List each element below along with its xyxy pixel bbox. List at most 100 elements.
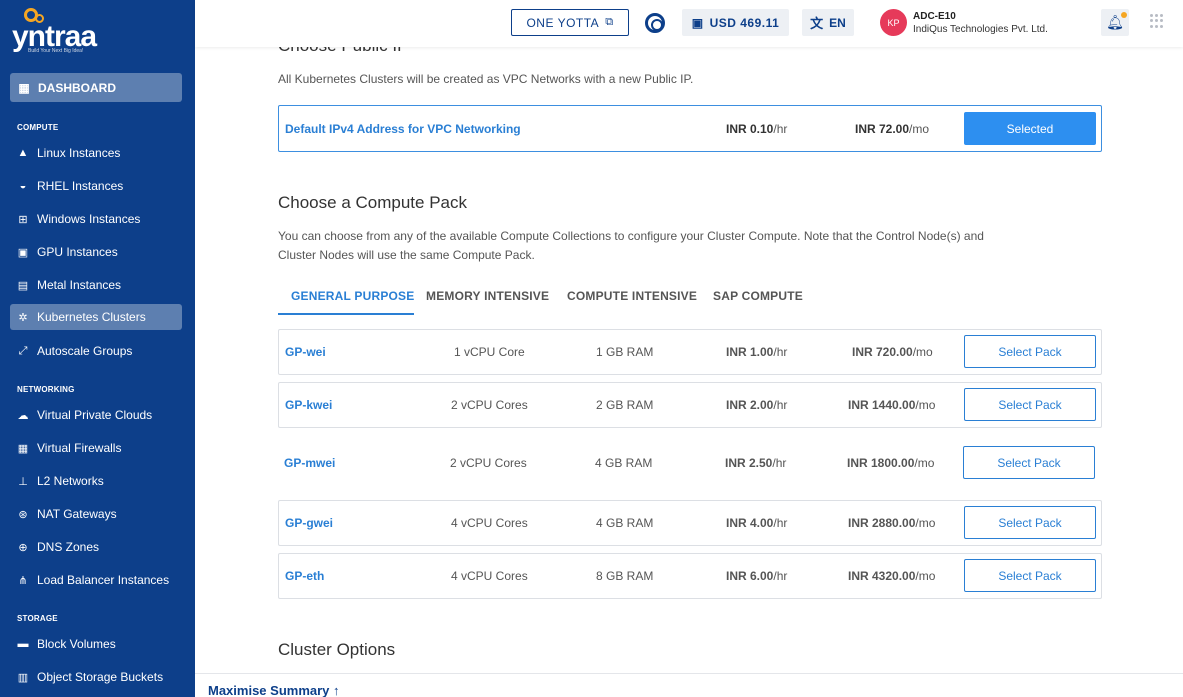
select-pack-button[interactable]: Select Pack [963, 446, 1095, 479]
autoscale-icon: ⤢ [18, 344, 28, 357]
tab-general-purpose[interactable]: GENERAL PURPOSE [291, 289, 414, 303]
sidebar-item-object-storage-buckets[interactable]: ▥ Object Storage Buckets [10, 664, 182, 690]
pack-cpu: 4 vCPU Cores [451, 569, 528, 583]
pack-price-mo: INR 4320.00/mo [848, 569, 936, 583]
sidebar-item-label: L2 Networks [37, 474, 104, 488]
tab-memory-intensive[interactable]: MEMORY INTENSIVE [426, 289, 549, 303]
sidebar-item-label: Load Balancer Instances [37, 573, 170, 587]
pack-cpu: 4 vCPU Cores [451, 516, 528, 530]
pack-cpu: 1 vCPU Core [454, 345, 525, 359]
app-grid-icon[interactable] [1150, 14, 1164, 28]
sidebar-item-block-volumes[interactable]: ▬ Block Volumes [10, 631, 182, 657]
gpu-icon: ▣ [17, 246, 29, 259]
sidebar-item-kubernetes-clusters[interactable]: ✲ Kubernetes Clusters [10, 304, 182, 330]
pack-ram: 4 GB RAM [596, 516, 654, 530]
section-networking: NETWORKING [17, 385, 75, 394]
sidebar-item-autoscale-groups[interactable]: ⤢ Autoscale Groups [10, 338, 182, 364]
pack-cpu: 2 vCPU Cores [450, 456, 527, 470]
pack-row[interactable]: GP-kwei 2 vCPU Cores 2 GB RAM INR 2.00/h… [278, 382, 1102, 428]
select-pack-button[interactable]: Select Pack [964, 335, 1096, 368]
avatar[interactable]: KP [880, 9, 907, 36]
compute-pack-description: You can choose from any of the available… [278, 229, 984, 262]
pack-row[interactable]: GP-wei 1 vCPU Core 1 GB RAM INR 1.00/hr … [278, 329, 1102, 375]
pack-name: GP-wei [285, 345, 326, 359]
summary-bar[interactable]: Maximise Summary ↑ [195, 673, 1183, 697]
sidebar-item-label: Object Storage Buckets [37, 670, 164, 684]
external-link-icon: ⧉ [605, 16, 614, 28]
select-pack-button[interactable]: Select Pack [964, 506, 1096, 539]
sidebar-item-label: GPU Instances [37, 245, 118, 259]
pack-ram: 1 GB RAM [596, 345, 654, 359]
public-ip-option-card[interactable]: Default IPv4 Address for VPC Networking … [278, 105, 1102, 152]
brand-tagline: Build Your Next Big Idea! [28, 48, 84, 54]
pack-price-hr: INR 6.00/hr [726, 569, 788, 583]
rhel-icon: ◒ [19, 180, 27, 192]
sidebar-item-windows-instances[interactable]: ⊞ Windows Instances [10, 206, 182, 232]
pack-price-mo: INR 2880.00/mo [848, 516, 936, 530]
pack-price-hr: INR 2.00/hr [726, 398, 788, 412]
tab-compute-intensive[interactable]: COMPUTE INTENSIVE [567, 289, 697, 303]
one-yotta-button[interactable]: ONE YOTTA ⧉ [511, 9, 629, 36]
help-lifebuoy-icon[interactable] [645, 13, 665, 33]
public-ip-option-name: Default IPv4 Address for VPC Networking [285, 122, 521, 136]
pack-row[interactable]: GP-gwei 4 vCPU Cores 4 GB RAM INR 4.00/h… [278, 500, 1102, 546]
sidebar-item-virtual-private-clouds[interactable]: ☁ Virtual Private Clouds [10, 402, 182, 428]
server-icon: ▤ [17, 279, 29, 292]
cloud-icon: ☁ [17, 409, 29, 422]
select-pack-button[interactable]: Select Pack [964, 388, 1096, 421]
sidebar-item-label: DNS Zones [37, 540, 100, 554]
sidebar-item-linux-instances[interactable]: ▲ Linux Instances [10, 140, 182, 166]
pack-row[interactable]: GP-mwei 2 vCPU Cores 4 GB RAM INR 2.50/h… [278, 441, 1102, 487]
sidebar-item-label: Windows Instances [37, 212, 141, 226]
pack-price-hr: INR 4.00/hr [726, 516, 788, 530]
sidebar-item-label: Metal Instances [37, 278, 122, 292]
wallet-icon: ▣ [691, 15, 704, 30]
pack-price-hr: INR 1.00/hr [726, 345, 788, 359]
translate-icon: 文 [810, 16, 824, 31]
notification-dot [1121, 12, 1127, 18]
compute-pack-heading: Choose a Compute Pack [278, 193, 467, 212]
sidebar: yntraa Build Your Next Big Idea! ▦ DASHB… [0, 0, 195, 697]
wallet-balance[interactable]: ▣ USD 469.11 [682, 9, 789, 36]
sidebar-item-metal-instances[interactable]: ▤ Metal Instances [10, 272, 182, 298]
pack-price-mo: INR 1800.00/mo [847, 456, 935, 470]
section-compute: COMPUTE [17, 123, 59, 132]
sidebar-item-load-balancer-instances[interactable]: ⋔ Load Balancer Instances [10, 567, 182, 593]
dashboard-icon: ▦ [18, 80, 30, 95]
pack-ram: 8 GB RAM [596, 569, 654, 583]
gateway-icon: ⊛ [18, 508, 28, 521]
maximise-summary-button[interactable]: Maximise Summary ↑ [208, 683, 340, 697]
pack-name: GP-mwei [284, 456, 336, 470]
sidebar-item-l2-networks[interactable]: ⊥ L2 Networks [10, 468, 182, 494]
top-bar: ONE YOTTA ⧉ ▣ USD 469.11 文 EN KP ADC-E10… [195, 0, 1183, 47]
pack-cpu: 2 vCPU Cores [451, 398, 528, 412]
active-tab-indicator [278, 313, 414, 315]
sidebar-item-rhel-instances[interactable]: ◒ RHEL Instances [10, 173, 182, 199]
account-name[interactable]: ADC-E10 [913, 11, 956, 22]
compute-pack-tabs: GENERAL PURPOSE MEMORY INTENSIVE COMPUTE… [278, 283, 1102, 315]
sidebar-item-label: RHEL Instances [37, 179, 124, 193]
sidebar-item-label: DASHBOARD [38, 80, 116, 95]
volume-icon: ▬ [17, 638, 29, 650]
tab-sap-compute[interactable]: SAP COMPUTE [713, 289, 803, 303]
linux-icon: ▲ [17, 147, 29, 159]
pack-row[interactable]: GP-eth 4 vCPU Cores 8 GB RAM INR 6.00/hr… [278, 553, 1102, 599]
sidebar-item-dns-zones[interactable]: ⊕ DNS Zones [10, 534, 182, 560]
sidebar-item-label: Autoscale Groups [37, 344, 133, 358]
sidebar-item-gpu-instances[interactable]: ▣ GPU Instances [10, 239, 182, 265]
select-pack-button[interactable]: Select Pack [964, 559, 1096, 592]
firewall-icon: ▦ [17, 442, 29, 455]
sidebar-item-nat-gateways[interactable]: ⊛ NAT Gateways [10, 501, 182, 527]
selected-button[interactable]: Selected [964, 112, 1096, 145]
main-content: Choose Public IP All Kubernetes Clusters… [195, 0, 1183, 697]
price-per-hour: INR 0.10/hr [726, 122, 788, 136]
pack-name: GP-eth [285, 569, 325, 583]
pack-ram: 4 GB RAM [595, 456, 653, 470]
brand-logo[interactable]: yntraa Build Your Next Big Idea! [10, 8, 120, 56]
sidebar-item-virtual-firewalls[interactable]: ▦ Virtual Firewalls [10, 435, 182, 461]
language-selector[interactable]: 文 EN [802, 9, 854, 36]
pack-ram: 2 GB RAM [596, 398, 654, 412]
load-balancer-icon: ⋔ [18, 574, 28, 587]
sidebar-item-dashboard[interactable]: ▦ DASHBOARD [10, 73, 182, 102]
pack-name: GP-gwei [285, 516, 334, 530]
